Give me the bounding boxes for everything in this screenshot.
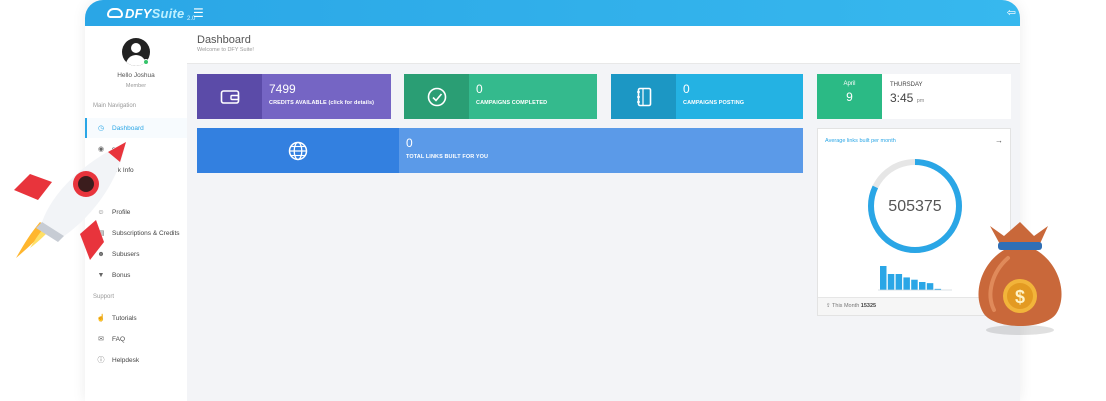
time-ampm: pm bbox=[916, 98, 925, 104]
chart-bar bbox=[926, 283, 934, 290]
total-links-icon-area bbox=[197, 128, 399, 173]
campaigns-posting-body: 0 CAMPAIGNS POSTING bbox=[676, 74, 803, 119]
sidebar-item-dashboard[interactable]: ◷ Dashboard bbox=[85, 118, 187, 138]
screenshot-stage: DFYSuite 2.0 ☰ ⇦ Hello Joshua Member Mai… bbox=[0, 0, 1106, 401]
dashboard-icon: ◷ bbox=[97, 125, 105, 132]
support-header: Support bbox=[93, 294, 115, 300]
monthly-bars bbox=[880, 266, 942, 290]
time-block: THURSDAY 3:45 pm bbox=[882, 74, 932, 119]
hamburger-menu-icon[interactable]: ☰ bbox=[193, 6, 204, 20]
check-circle-icon bbox=[427, 87, 446, 106]
upload-icon: ⇪ bbox=[826, 303, 831, 309]
chart-bar bbox=[903, 277, 910, 290]
chat-icon: ✉ bbox=[98, 336, 104, 343]
sidebar-item-label: FAQ bbox=[112, 335, 126, 343]
brand-prefix: DFY bbox=[125, 5, 152, 21]
sidebar-item-helpdesk[interactable]: ⓘ Helpdesk bbox=[85, 350, 187, 370]
top-bar: DFYSuite 2.0 ☰ ⇦ bbox=[85, 0, 1020, 26]
main-navigation-header: Main Navigation bbox=[93, 103, 137, 109]
campaigns-posting-icon-area bbox=[611, 74, 676, 119]
campaigns-posting-label: CAMPAIGNS POSTING bbox=[683, 100, 745, 106]
chart-bar bbox=[887, 274, 895, 290]
app-window: DFYSuite 2.0 ☰ ⇦ Hello Joshua Member Mai… bbox=[85, 0, 1020, 401]
credits-value: 7499 bbox=[269, 82, 296, 96]
campaigns-completed-card[interactable]: 0 CAMPAIGNS COMPLETED bbox=[404, 74, 597, 119]
sidebar-item-label: Helpdesk bbox=[112, 356, 140, 364]
total-links-card[interactable]: 0 TOTAL LINKS BUILT FOR YOU bbox=[197, 128, 803, 173]
campaigns-completed-icon-area bbox=[404, 74, 469, 119]
total-links-value: 0 bbox=[406, 136, 413, 150]
credits-label[interactable]: CREDITS AVAILABLE (click for details) bbox=[269, 100, 384, 106]
campaigns-completed-body: 0 CAMPAIGNS COMPLETED bbox=[469, 74, 597, 119]
campaigns-completed-label: CAMPAIGNS COMPLETED bbox=[476, 100, 548, 106]
rocket-fin-left bbox=[14, 174, 52, 200]
sidebar-item-label: Tutorials bbox=[112, 314, 137, 322]
date-month: April bbox=[843, 81, 856, 87]
wallet-icon bbox=[220, 89, 239, 104]
chart-bar bbox=[895, 274, 903, 290]
logout-icon[interactable]: ⇦ bbox=[1007, 6, 1016, 19]
notebook-icon bbox=[636, 87, 651, 106]
avatar-head bbox=[131, 43, 141, 53]
sidebar-item-tutorials[interactable]: ☝ Tutorials bbox=[85, 308, 187, 328]
time-display: 3:45 pm bbox=[890, 91, 924, 105]
chart-bar bbox=[880, 266, 887, 290]
thumbs-up-icon: ☝ bbox=[96, 315, 106, 322]
brand-suffix: Suite bbox=[151, 5, 185, 21]
credits-card[interactable]: 7499 CREDITS AVAILABLE (click for detail… bbox=[197, 74, 391, 119]
app-logo[interactable]: DFYSuite 2.0 bbox=[107, 3, 195, 23]
time-value: 3:45 bbox=[890, 91, 914, 105]
user-role: Member bbox=[125, 83, 147, 89]
question-icon: ⓘ bbox=[97, 357, 105, 364]
date-weekday: THURSDAY bbox=[890, 82, 923, 88]
campaigns-posting-value: 0 bbox=[683, 82, 690, 96]
sidebar-item-faq[interactable]: ✉ FAQ bbox=[85, 329, 187, 349]
trophy-icon: ▼ bbox=[97, 271, 105, 279]
campaigns-posting-card[interactable]: 0 CAMPAIGNS POSTING bbox=[611, 74, 803, 119]
sidebar-item-label: Dashboard bbox=[112, 124, 144, 132]
date-day: 9 bbox=[846, 90, 853, 104]
user-greeting: Hello Joshua bbox=[117, 72, 155, 79]
rocket-illustration bbox=[14, 142, 126, 260]
this-month-value: 15325 bbox=[860, 303, 877, 309]
dollar-sign-icon: $ bbox=[1015, 287, 1025, 307]
page-subtitle: Welcome to DFY Suite! bbox=[197, 47, 254, 53]
total-links-label: TOTAL LINKS BUILT FOR YOU bbox=[406, 154, 489, 160]
bag-tie bbox=[998, 242, 1042, 250]
bag-shadow bbox=[986, 325, 1054, 335]
globe-icon bbox=[288, 141, 308, 160]
total-links-body: 0 TOTAL LINKS BUILT FOR YOU bbox=[399, 128, 803, 173]
money-bag-illustration: $ bbox=[978, 222, 1062, 335]
date-time-card: April 9 THURSDAY 3:45 pm bbox=[817, 74, 1011, 119]
cloud-logo-icon bbox=[107, 8, 123, 18]
page-header: Dashboard Welcome to DFY Suite! bbox=[187, 26, 1020, 64]
page-title: Dashboard bbox=[197, 34, 251, 46]
date-block: April 9 bbox=[817, 74, 882, 119]
links-total: 505375 bbox=[888, 198, 941, 215]
credits-card-icon-area bbox=[197, 74, 262, 119]
credits-card-body: 7499 CREDITS AVAILABLE (click for detail… bbox=[262, 74, 391, 119]
chart-bar bbox=[919, 282, 926, 290]
this-month-label: This Month bbox=[832, 303, 860, 309]
sidebar-item-label: Bonus bbox=[112, 271, 131, 279]
rocket-fin-right bbox=[80, 220, 104, 260]
online-status-dot bbox=[143, 59, 149, 65]
sidebar-item-bonus[interactable]: ▼ Bonus bbox=[85, 265, 187, 285]
chart-bar bbox=[911, 279, 918, 290]
brand-name: DFYSuite bbox=[125, 6, 184, 21]
campaigns-completed-value: 0 bbox=[476, 82, 483, 96]
rocket-window bbox=[78, 176, 94, 192]
